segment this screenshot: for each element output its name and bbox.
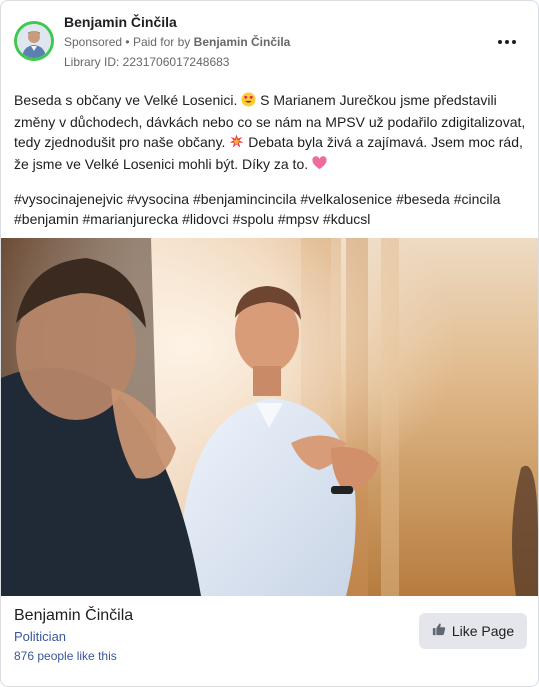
more-options-button[interactable] bbox=[493, 33, 521, 51]
post-hashtags[interactable]: #vysocinajenejvic #vysocina #benjamincin… bbox=[14, 189, 529, 229]
ad-photo[interactable] bbox=[1, 238, 538, 596]
pink-heart-emoji-icon bbox=[312, 156, 327, 176]
library-id: Library ID: 2231706017248683 bbox=[64, 55, 230, 69]
more-horizontal-icon bbox=[498, 40, 502, 44]
collision-emoji-icon bbox=[229, 134, 244, 154]
page-like-count[interactable]: 876 people like this bbox=[14, 649, 117, 663]
sponsored-label: Sponsored bbox=[64, 35, 123, 49]
separator-dot: • bbox=[125, 35, 133, 49]
post-text: Beseda s občany ve Velké Losenici. S Mar… bbox=[14, 90, 529, 176]
paid-for-prefix: Paid for by bbox=[132, 35, 191, 49]
thumbs-up-icon bbox=[432, 622, 446, 641]
ad-header: Benjamin Činčila Sponsored • Paid for by… bbox=[1, 1, 538, 81]
sponsored-line: Sponsored • Paid for by Benjamin Činčila bbox=[64, 35, 290, 49]
heart-eyes-emoji-icon bbox=[241, 92, 256, 112]
footer-page-name[interactable]: Benjamin Činčila bbox=[14, 607, 133, 625]
page-avatar[interactable] bbox=[14, 21, 54, 61]
page-name[interactable]: Benjamin Činčila bbox=[64, 14, 177, 30]
page-category[interactable]: Politician bbox=[14, 629, 66, 644]
like-page-label: Like Page bbox=[451, 623, 515, 639]
post-text-part1: Beseda s občany ve Velké Losenici. bbox=[14, 92, 238, 108]
avatar-photo bbox=[17, 24, 51, 58]
like-page-button[interactable]: Like Page bbox=[419, 613, 527, 649]
ad-card: Benjamin Činčila Sponsored • Paid for by… bbox=[0, 0, 539, 687]
paid-for-name: Benjamin Činčila bbox=[193, 35, 291, 49]
